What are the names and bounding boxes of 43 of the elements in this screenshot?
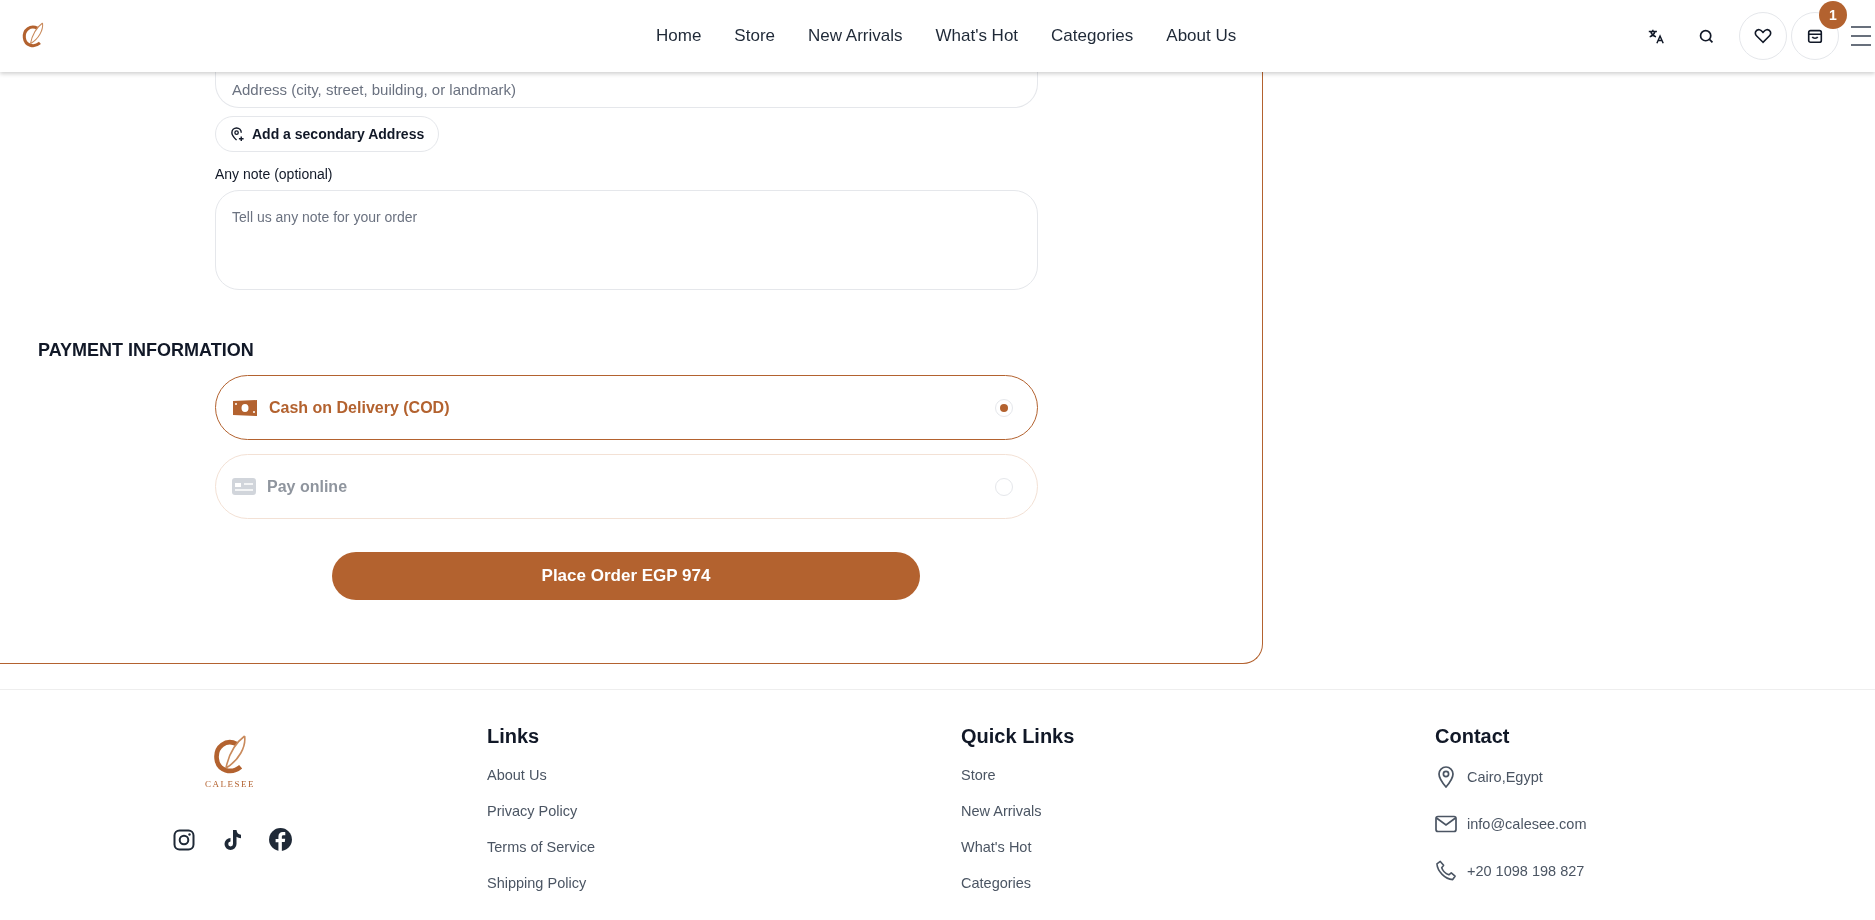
cart-count-badge: 1 — [1819, 1, 1847, 29]
footer-heading: Links — [487, 725, 540, 748]
location-pin-icon — [1435, 766, 1457, 788]
nav-link[interactable]: New Arrivals — [808, 26, 903, 46]
facebook-icon[interactable] — [268, 827, 293, 852]
place-order-button[interactable]: Place Order EGP 974 — [332, 552, 920, 600]
contact-text: info@calesee.com — [1467, 816, 1587, 832]
footer-link[interactable]: Shipping Policy — [487, 874, 587, 892]
footer-link[interactable]: Store — [961, 766, 996, 784]
nav-link[interactable]: Home — [656, 26, 702, 46]
menu-icon[interactable] — [1851, 25, 1871, 47]
note-field[interactable]: Tell us any note for your order — [215, 190, 1038, 290]
footer-link[interactable]: What's Hot — [961, 838, 1032, 856]
banknote-icon — [232, 398, 258, 417]
heart-icon — [1754, 27, 1772, 45]
instagram-icon[interactable] — [172, 827, 196, 852]
nav-link[interactable]: Store — [734, 26, 775, 46]
envelope-icon — [1435, 815, 1457, 833]
cart-button[interactable]: 1 — [1791, 1, 1847, 60]
phone-icon — [1435, 860, 1457, 881]
wishlist-button[interactable] — [1739, 12, 1787, 60]
shopping-bag-icon — [1806, 27, 1824, 45]
footer-link[interactable]: About Us — [487, 766, 547, 784]
footer-link[interactable]: Categories — [961, 874, 1032, 892]
nav-link[interactable]: What's Hot — [935, 26, 1019, 46]
search-icon[interactable] — [1698, 27, 1715, 45]
footer-link[interactable]: New Arrivals — [961, 802, 1042, 820]
footer-heading: Contact — [1435, 725, 1510, 748]
nav-link[interactable]: About Us — [1166, 26, 1237, 46]
translate-icon[interactable] — [1647, 27, 1665, 45]
payment-heading: PAYMENT INFORMATION — [38, 340, 254, 361]
contact-text: Cairo,Egypt — [1467, 769, 1543, 785]
address-field[interactable]: Address (city, street, building, or landmark) — [215, 72, 1038, 108]
nav-link[interactable]: Categories — [1051, 26, 1134, 46]
brand-logo: CALESEE — [205, 733, 255, 789]
footer-link[interactable]: Terms of Service — [487, 838, 595, 856]
footer-link[interactable]: Privacy Policy — [487, 802, 578, 820]
note-label: Any note (optional) — [215, 166, 333, 182]
location-plus-icon — [230, 126, 245, 142]
contact-text: +20 1098 198 827 — [1467, 862, 1585, 879]
footer-heading: Quick Links — [961, 725, 1075, 748]
add-address-button[interactable]: Add a secondary Address — [215, 116, 440, 152]
card-icon — [232, 478, 256, 495]
